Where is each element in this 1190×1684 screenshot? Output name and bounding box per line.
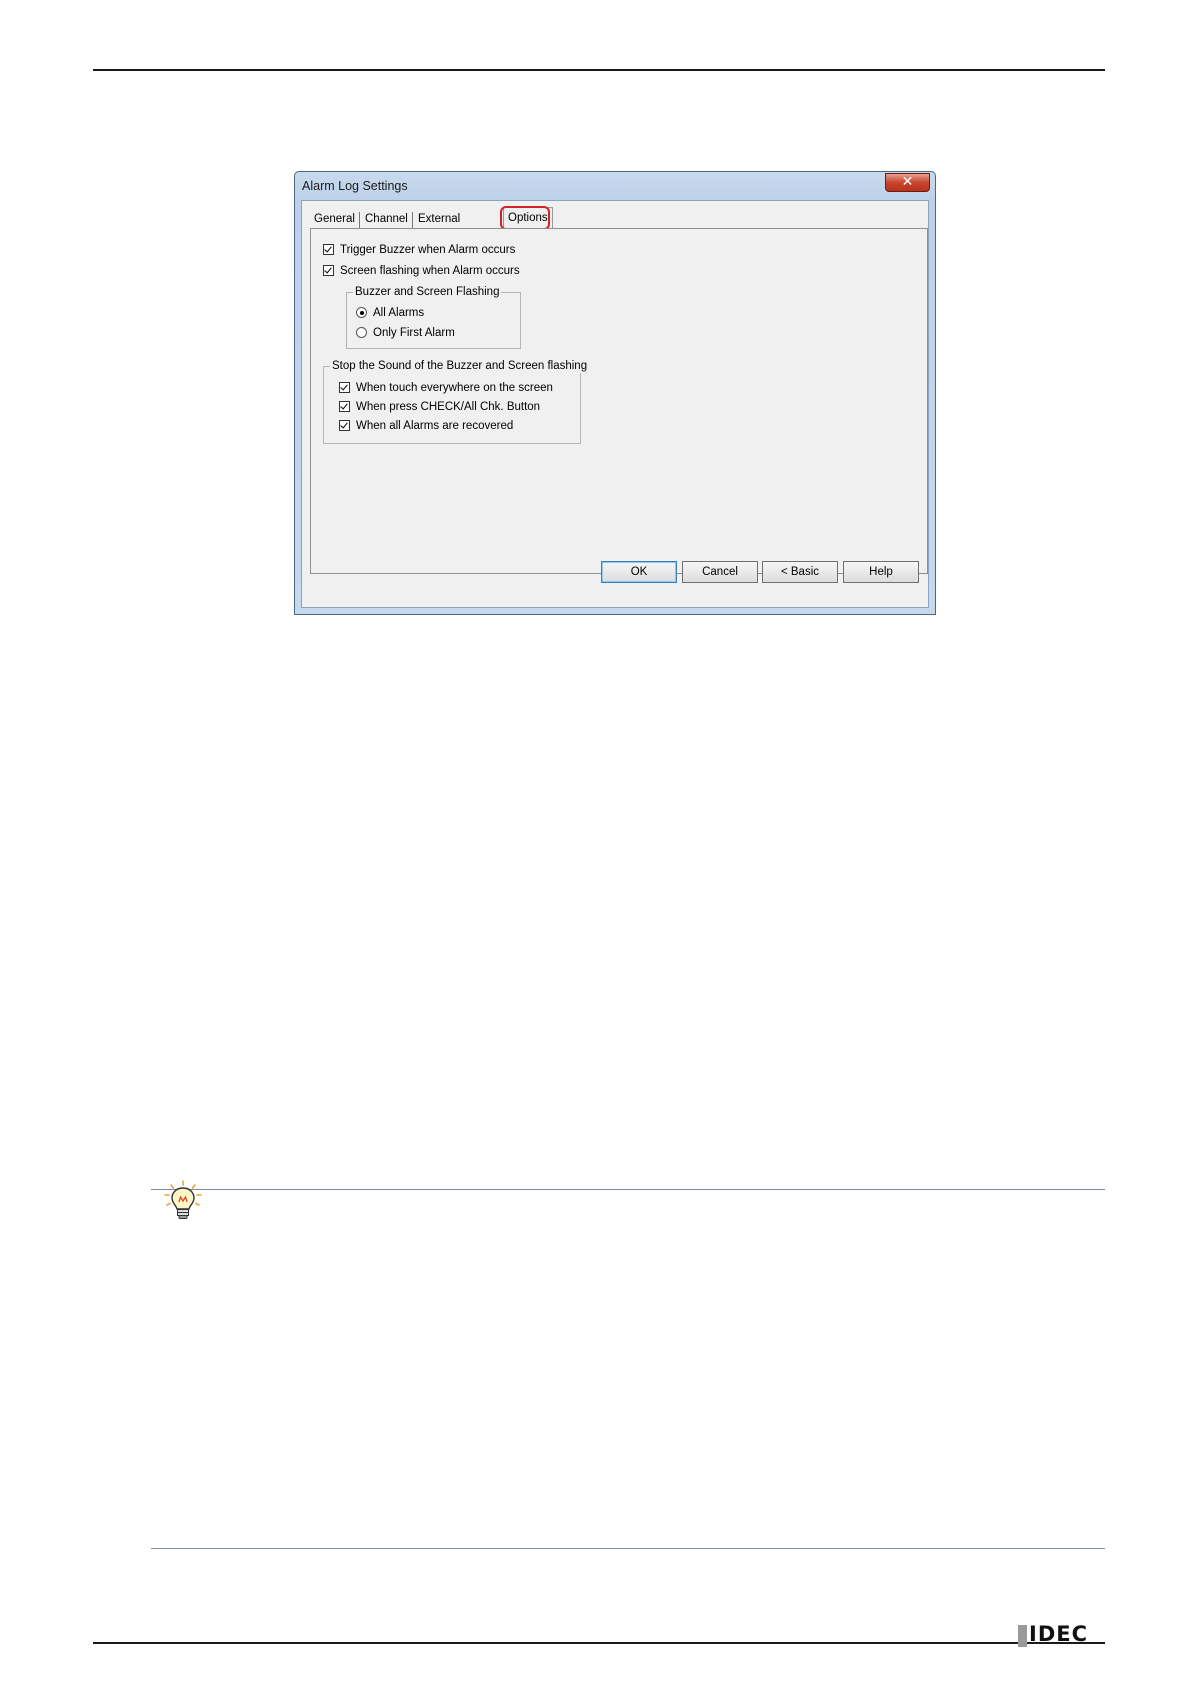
basic-button[interactable]: < Basic [762, 561, 838, 583]
ok-button[interactable]: OK [601, 561, 677, 583]
header-rule [93, 69, 1105, 71]
checkbox-box[interactable] [339, 401, 350, 412]
tab-general[interactable]: General [310, 211, 359, 228]
logo-text: IDEC [1029, 1622, 1089, 1646]
tab-channel[interactable]: Channel [361, 211, 412, 228]
checkbox-label: When all Alarms are recovered [356, 420, 514, 432]
lightbulb-icon [164, 1180, 202, 1219]
tab-external-memory[interactable]: External Memory [414, 211, 464, 242]
alarm-log-settings-dialog: Alarm Log Settings ✕ General Channel Ext… [294, 171, 936, 615]
radio-label: All Alarms [373, 307, 425, 319]
close-button[interactable]: ✕ [885, 173, 930, 192]
stop-sound-group: Stop the Sound of the Buzzer and Screen … [323, 359, 590, 444]
buzzer-screen-flashing-group: Buzzer and Screen Flashing All Alarms On… [346, 285, 521, 349]
dialog-client-area: General Channel External Memory Options … [301, 200, 929, 608]
radio-button[interactable] [356, 327, 367, 338]
tab-separator [412, 212, 413, 228]
logo-mark [1018, 1625, 1027, 1647]
cancel-button[interactable]: Cancel [682, 561, 758, 583]
checkbox-box[interactable] [339, 382, 350, 393]
title-bar[interactable]: Alarm Log Settings ✕ [295, 172, 935, 200]
checkbox-label: When press CHECK/All Chk. Button [356, 401, 541, 413]
checkbox-box[interactable] [339, 420, 350, 431]
tip-bottom-rule [151, 1548, 1105, 1549]
checkbox-box[interactable] [323, 265, 334, 276]
checkbox-label: When touch everywhere on the screen [356, 382, 553, 394]
options-tab-highlight [500, 206, 550, 230]
checkbox-label: Screen flashing when Alarm occurs [340, 265, 520, 277]
options-panel: Trigger Buzzer when Alarm occurs Screen … [310, 228, 928, 574]
group-legend: Stop the Sound of the Buzzer and Screen … [330, 359, 590, 373]
footer-rule [93, 1642, 1105, 1644]
help-button[interactable]: Help [843, 561, 919, 583]
close-icon: ✕ [901, 174, 914, 190]
checkbox-label: Trigger Buzzer when Alarm occurs [340, 244, 516, 256]
group-legend: Buzzer and Screen Flashing [353, 285, 502, 299]
radio-label: Only First Alarm [373, 327, 455, 339]
dialog-title: Alarm Log Settings [302, 179, 408, 193]
tab-separator [359, 212, 360, 228]
radio-button[interactable] [356, 307, 367, 318]
checkbox-box[interactable] [323, 244, 334, 255]
tip-top-rule [151, 1189, 1105, 1190]
